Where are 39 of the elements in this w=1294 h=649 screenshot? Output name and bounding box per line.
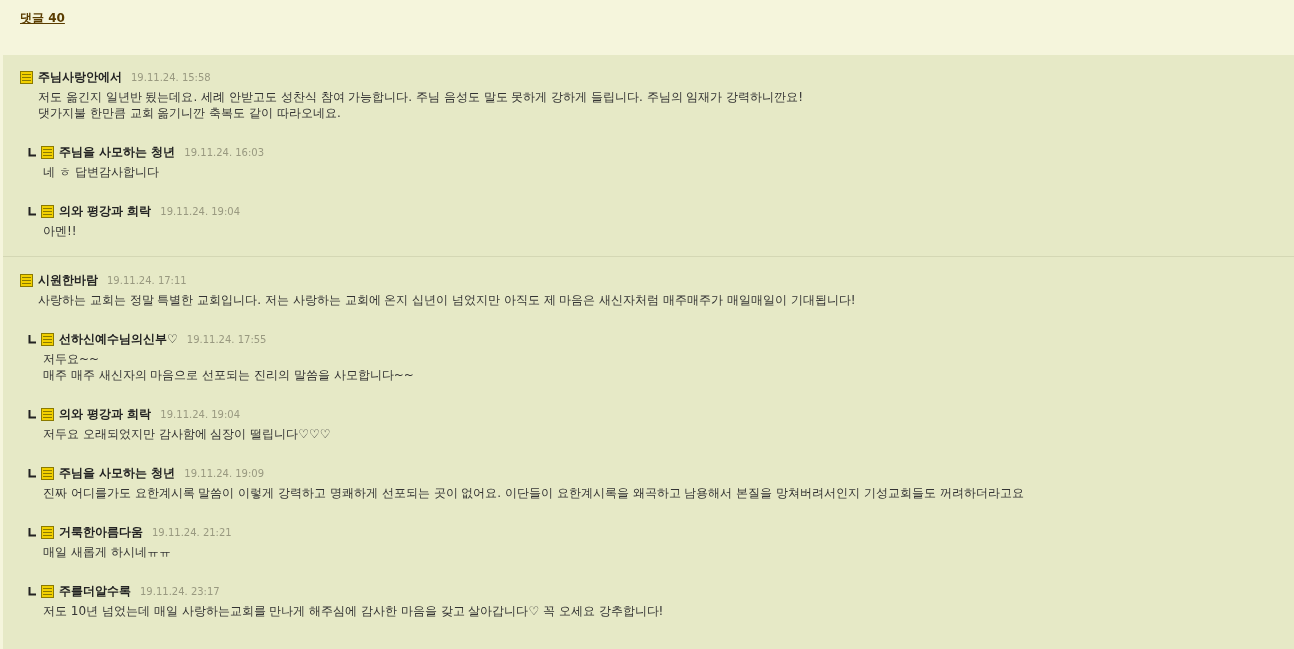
memo-icon xyxy=(20,273,33,287)
memo-icon xyxy=(41,466,54,480)
author-name[interactable]: 선하신예수님의신부♡ xyxy=(59,330,178,348)
memo-icon xyxy=(41,407,54,421)
author-name[interactable]: 의와 평강과 희락 xyxy=(59,202,152,220)
comment-text: 사랑하는 교회는 정말 특별한 교회입니다. 저는 사랑하는 교회에 온지 십년이 넘었지만 아직도 제 마음은 새신자처럼 매주매주가 매일매일이 기대됩니다! xyxy=(38,292,856,308)
memo-icon xyxy=(41,525,54,539)
comment-text: 저두요 오래되었지만 감사함에 심장이 떨립니다♡♡♡ xyxy=(43,426,331,442)
memo-icon xyxy=(41,332,54,346)
comment-time: 19.11.24. 17:55 xyxy=(186,332,267,347)
comment-count-link[interactable]: 댓글 40 xyxy=(20,11,65,25)
memo-icon xyxy=(41,204,54,218)
comment-time: 19.11.24. 15:58 xyxy=(131,70,211,85)
memo-icon xyxy=(41,145,54,159)
author-name[interactable]: 주를더알수록 xyxy=(59,582,131,600)
comment-text: 저두요~~ xyxy=(43,351,100,367)
comment-text: 매일 새롭게 하시네ㅠㅠ xyxy=(43,544,171,560)
author-name[interactable]: 주님사랑안에서 xyxy=(38,68,122,86)
author-name[interactable]: 주님을 사모하는 청년 xyxy=(59,143,176,161)
comment-text: 댓가지불 한만큼 교회 옮기니깐 축복도 같이 따라오네요. xyxy=(38,105,341,121)
memo-icon xyxy=(41,584,54,598)
comment-text: 아멘!! xyxy=(43,223,77,239)
comment-time: 19.11.24. 19:04 xyxy=(160,407,241,422)
comment-time: 19.11.24. 16:03 xyxy=(184,145,265,160)
comment-text: 저도 10년 넘었는데 매일 사랑하는교회를 만나게 해주심에 감사한 마음을 갖고 살아갑니다♡ 꼭 오세요 강추합니다! xyxy=(43,603,664,619)
author-name[interactable]: 의와 평강과 희락 xyxy=(59,405,152,423)
comment-time: 19.11.24. 19:04 xyxy=(160,204,241,219)
comment-text: 진짜 어디를가도 요한계시록 말씀이 이렇게 강력하고 명쾌하게 선포되는 곳이 없어요. 이단들이 요한계시록을 왜곡하고 남용해서 본질을 망쳐버려서인지 기성교회들도 꺼려하더라고요 xyxy=(43,485,1024,501)
comment-time: 19.11.24. 19:09 xyxy=(184,466,265,481)
memo-icon xyxy=(20,70,33,84)
comment-text: 매주 매주 새신자의 마음으로 선포되는 진리의 말씀을 사모합니다~~ xyxy=(43,367,414,383)
comment-time: 19.11.24. 17:11 xyxy=(107,273,187,288)
comment-text: 네 ㅎ 답변감사합니다 xyxy=(43,164,159,180)
author-name[interactable]: 시원한바람 xyxy=(38,271,98,289)
author-name[interactable]: 주님을 사모하는 청년 xyxy=(59,464,176,482)
author-name[interactable]: 거룩한아름다움 xyxy=(59,523,143,541)
comment-time: 19.11.24. 21:21 xyxy=(152,525,232,540)
comment-text: 저도 옮긴지 일년반 됬는데요. 세례 안받고도 성찬식 참여 가능합니다. 주님 음성도 말도 못하게 강하게 들립니다. 주님의 임재가 강력하니깐요! xyxy=(38,89,804,105)
comment-time: 19.11.24. 23:17 xyxy=(140,584,220,599)
